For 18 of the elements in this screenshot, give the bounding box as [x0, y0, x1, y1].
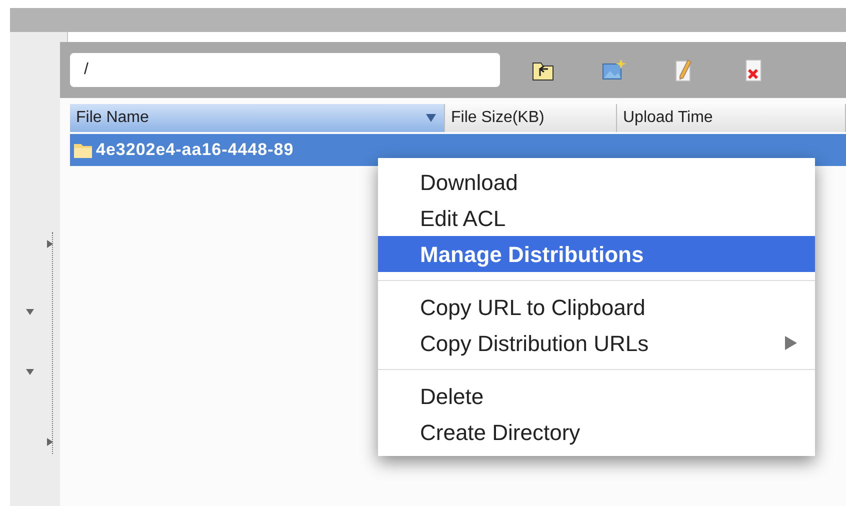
collapse-arrow-icon[interactable]: [26, 368, 34, 376]
menu-item[interactable]: Manage Distributions: [378, 236, 815, 272]
menu-item[interactable]: Edit ACL: [378, 200, 815, 236]
menu-item[interactable]: Copy Distribution URLs: [378, 325, 815, 361]
menu-item[interactable]: Create Directory: [378, 414, 815, 450]
column-header[interactable]: File Name: [70, 104, 445, 132]
menu-item[interactable]: Download: [378, 164, 815, 200]
sort-arrow-icon: [426, 114, 436, 122]
path-field[interactable]: /: [70, 53, 500, 87]
folder-icon: [74, 142, 92, 158]
expand-arrow-icon[interactable]: [46, 240, 54, 248]
menu-item[interactable]: Delete: [378, 378, 815, 414]
file-name: 4e3202e4-aa16-4448-89: [96, 139, 294, 162]
expand-arrow-icon[interactable]: [46, 438, 54, 446]
collapse-arrow-icon[interactable]: [26, 308, 34, 316]
column-header[interactable]: Upload Time: [617, 104, 846, 132]
column-header[interactable]: File Size(KB): [445, 104, 617, 132]
menu-item[interactable]: Copy URL to Clipboard: [378, 289, 815, 325]
